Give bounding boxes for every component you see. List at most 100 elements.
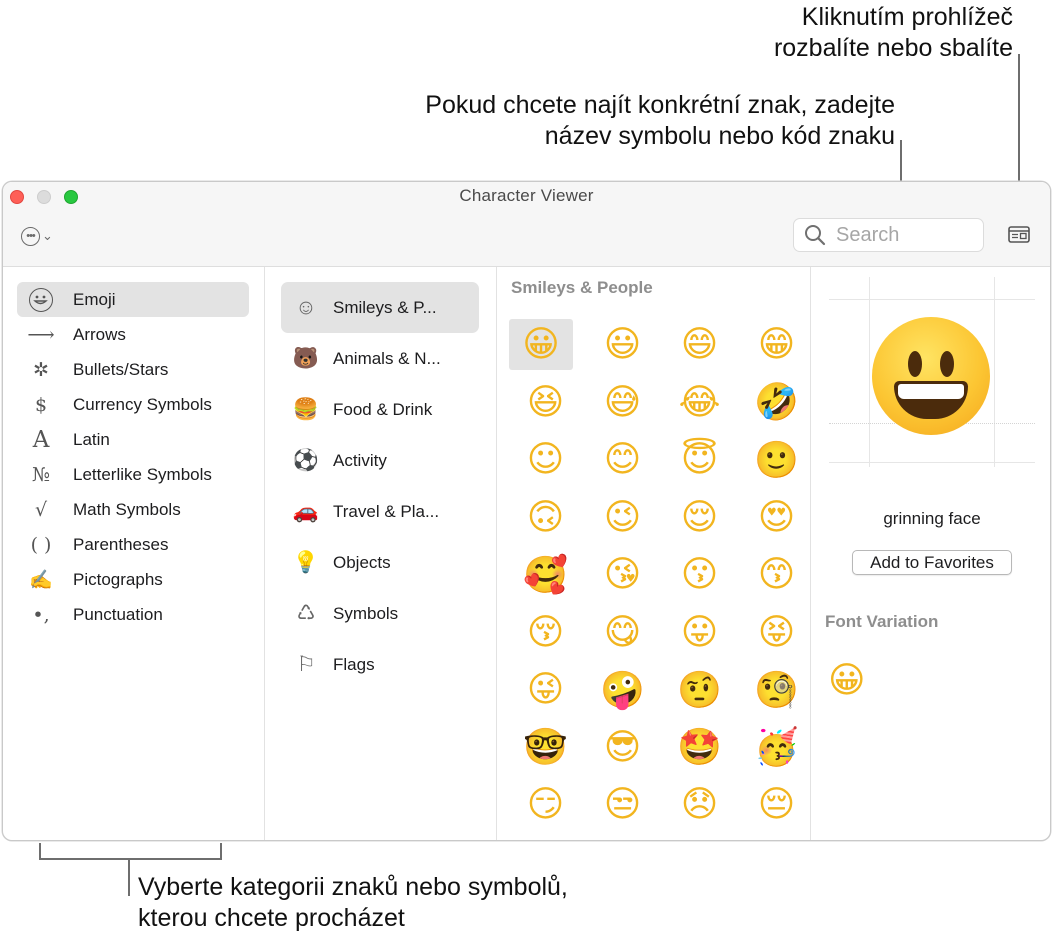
emoji-cell[interactable]: 😊 — [584, 431, 661, 489]
emoji-grid: 😀 😃 😄 😁 😆 😅 😂 🤣 ☺ 😊 😇 🙂 🙃 😉 😌 😍 🥰 😘 😗 😙 😚 😋 😛 😝 😜 🤪 🤨 🧐 🤓 😎 🤩 🥳 😏 😒 😞 😔 — [507, 316, 807, 834]
emoji-cell[interactable]: 😝 — [738, 604, 815, 662]
category-parentheses[interactable]: ( ) Parentheses — [17, 527, 249, 562]
flag-icon: ⚐ — [296, 653, 316, 676]
callout-search-line-2: název symbolu nebo kód znaku — [544, 122, 895, 150]
emoji-cell[interactable]: 😎 — [584, 719, 661, 777]
preview-mouth — [894, 381, 968, 419]
grid-section-title: Smileys & People — [511, 278, 653, 297]
emoji-cell[interactable]: 🤪 — [584, 661, 661, 719]
travel-icon: 🚗 — [292, 499, 320, 523]
font-variation-title: Font Variation — [825, 612, 939, 631]
punctuation-icon: •, — [32, 603, 50, 626]
category-bullets-stars[interactable]: ✲ Bullets/Stars — [17, 352, 249, 387]
dollar-icon: $ — [34, 393, 48, 416]
subcategory-smileys-people[interactable]: ☺ Smileys & P... — [281, 282, 479, 333]
emoji-cell[interactable]: 🤓 — [507, 719, 584, 777]
arrow-icon: ⟶ — [27, 323, 55, 346]
emoji-cell[interactable]: 😗 — [661, 546, 738, 604]
emoji-cell[interactable]: 😁 — [738, 316, 815, 374]
emoji-cell[interactable]: 🤩 — [661, 719, 738, 777]
subcategory-activity[interactable]: ⚽ Activity — [281, 435, 479, 486]
category-label: Currency Symbols — [73, 394, 212, 414]
category-pictographs[interactable]: ✍ Pictographs — [17, 562, 249, 597]
divider-2 — [496, 267, 497, 840]
emoji-cell[interactable]: 😙 — [738, 546, 815, 604]
subcategory-label: Flags — [333, 654, 375, 674]
category-label: Punctuation — [73, 604, 163, 624]
category-arrows[interactable]: ⟶ Arrows — [17, 317, 249, 352]
preview-eye — [908, 351, 922, 377]
category-letterlike-symbols[interactable]: № Letterlike Symbols — [17, 457, 249, 492]
emoji-cell[interactable]: 😛 — [661, 604, 738, 662]
subcategory-food-drink[interactable]: 🍔 Food & Drink — [281, 384, 479, 435]
emoji-cell[interactable]: 😃 — [584, 316, 661, 374]
callout-category-line-1: Vyberte kategorii znaků nebo symbolů, — [138, 873, 568, 901]
category-emoji[interactable]: Emoji — [17, 282, 249, 317]
emoji-cell[interactable]: 😀 — [509, 319, 573, 370]
grinning-face-preview-icon — [872, 317, 990, 435]
emoji-cell[interactable]: 😅 — [584, 374, 661, 432]
emoji-cell[interactable]: 🧐 — [738, 661, 815, 719]
search-input[interactable] — [836, 223, 976, 247]
preview-guide-line — [829, 299, 1035, 300]
emoji-cell[interactable]: 🙂 — [738, 431, 815, 489]
collapse-viewer-button[interactable] — [1008, 226, 1030, 243]
emoji-cell[interactable]: 😏 — [507, 776, 584, 834]
emoji-cell[interactable]: 😂 — [661, 374, 738, 432]
category-math-symbols[interactable]: √ Math Symbols — [17, 492, 249, 527]
emoji-cell[interactable]: 😞 — [661, 776, 738, 834]
preview-eye — [940, 351, 954, 377]
emoji-cell[interactable]: 😚 — [507, 604, 584, 662]
search-field[interactable] — [793, 218, 984, 252]
emoji-cell[interactable]: ☺ — [507, 431, 584, 489]
emoji-cell[interactable]: 😆 — [507, 374, 584, 432]
action-menu-button[interactable]: ••• ⌄ — [21, 225, 53, 247]
emoji-cell[interactable]: 😘 — [584, 546, 661, 604]
emoji-cell[interactable]: 😔 — [738, 776, 815, 834]
preview-guide-line — [994, 277, 995, 467]
emoji-cell[interactable]: 😄 — [661, 316, 738, 374]
bullets-stars-icon: ✲ — [33, 358, 49, 381]
category-label: Pictographs — [73, 569, 163, 589]
emoji-cell[interactable]: 😜 — [507, 661, 584, 719]
subcategory-label: Food & Drink — [333, 399, 433, 419]
emoji-cell[interactable]: 😍 — [738, 489, 815, 547]
subcategory-symbols[interactable]: ♺ Symbols — [281, 588, 479, 639]
emoji-cell[interactable]: 😌 — [661, 489, 738, 547]
subcategory-travel-places[interactable]: 🚗 Travel & Pla... — [281, 486, 479, 537]
title-bar: Character Viewer ••• ⌄ — [3, 182, 1050, 267]
category-label: Math Symbols — [73, 499, 181, 519]
food-icon: 🍔 — [292, 397, 320, 421]
callout-collapse: Kliknutím prohlížeč rozbalíte nebo sbalí… — [493, 2, 1013, 64]
emoji-icon — [29, 287, 53, 312]
emoji-cell[interactable]: 😒 — [584, 776, 661, 834]
category-punctuation[interactable]: •, Punctuation — [17, 597, 249, 632]
latin-a-icon: A — [32, 426, 50, 453]
collapse-viewer-icon — [1008, 226, 1030, 243]
category-latin[interactable]: A Latin — [17, 422, 249, 457]
emoji-cell[interactable]: 😇 — [661, 431, 738, 489]
emoji-cell[interactable]: 🥰 — [507, 546, 584, 604]
category-label: Parentheses — [73, 534, 169, 554]
character-viewer-window: Character Viewer ••• ⌄ Emoji ⟶ Arrows — [2, 181, 1051, 841]
bear-icon: 🐻 — [292, 346, 320, 370]
preview-guide-line — [869, 277, 870, 467]
callout-search: Pokud chcete najít konkrétní znak, zadej… — [295, 90, 895, 152]
subcategory-flags[interactable]: ⚐ Flags — [281, 639, 479, 690]
emoji-cell[interactable]: 🤣 — [738, 374, 815, 432]
emoji-cell[interactable]: 🥳 — [738, 719, 815, 777]
emoji-cell[interactable]: 😋 — [584, 604, 661, 662]
emoji-cell[interactable]: 😉 — [584, 489, 661, 547]
category-label: Emoji — [73, 289, 116, 309]
add-to-favorites-button[interactable]: Add to Favorites — [852, 550, 1012, 575]
subcategory-animals-nature[interactable]: 🐻 Animals & N... — [281, 333, 479, 384]
font-variation-emoji[interactable]: 😀 — [828, 660, 866, 701]
numero-icon: № — [32, 463, 50, 486]
emoji-cell[interactable]: 🤨 — [661, 661, 738, 719]
category-label: Bullets/Stars — [73, 359, 169, 379]
emoji-cell[interactable]: 🙃 — [507, 489, 584, 547]
symbols-icon: ♺ — [296, 602, 316, 625]
subcategory-objects[interactable]: 💡 Objects — [281, 537, 479, 588]
preview-guide-line — [829, 462, 1035, 463]
category-currency-symbols[interactable]: $ Currency Symbols — [17, 387, 249, 422]
